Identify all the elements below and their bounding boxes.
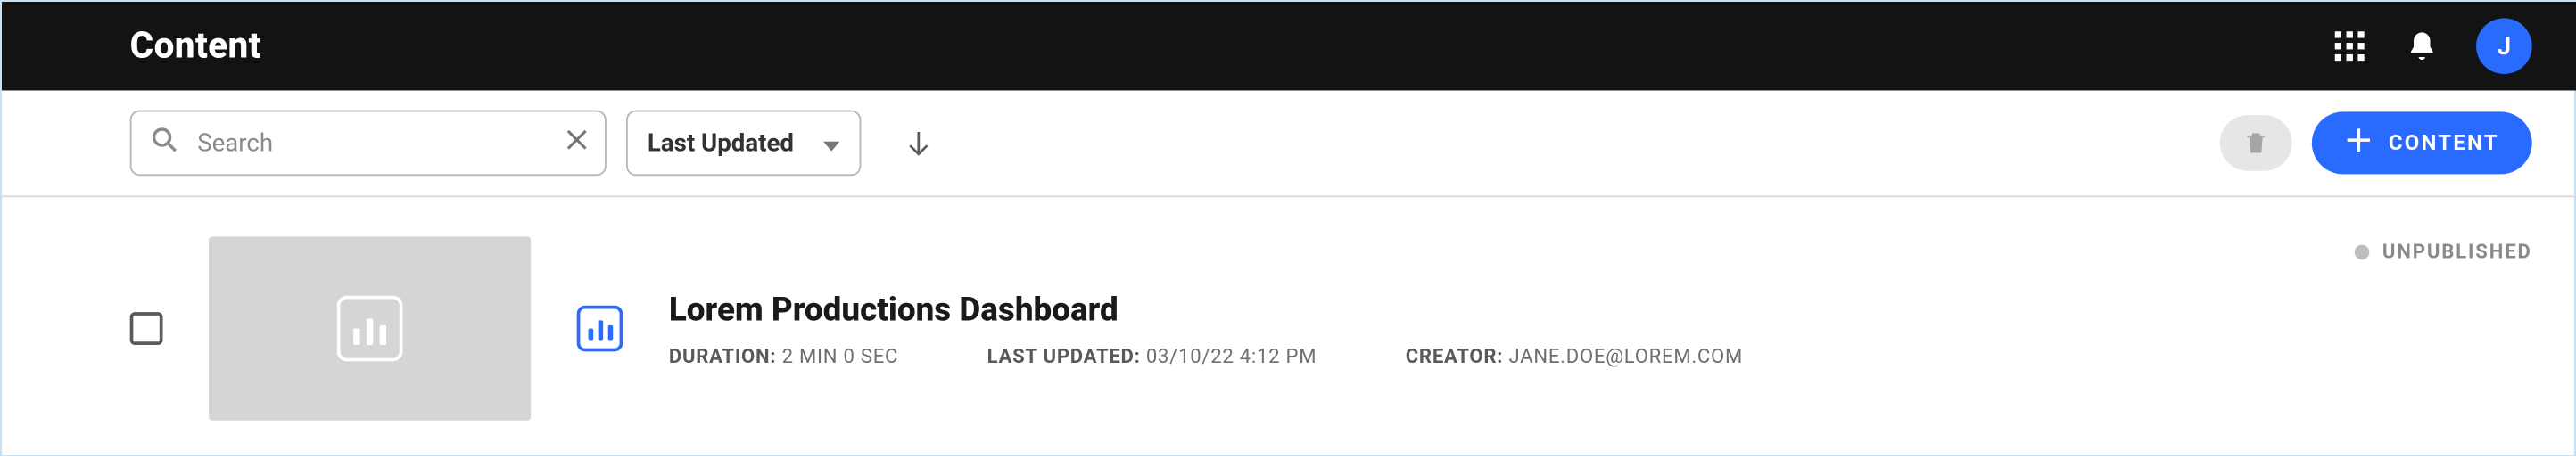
clear-icon[interactable] [564,127,590,160]
avatar[interactable]: J [2476,18,2532,74]
topbar-actions: J [2332,18,2532,74]
add-content-label: CONTENT [2389,131,2499,156]
meta-row: DURATION: 2 MIN 0 SEC LAST UPDATED: 03/1… [669,345,2308,368]
duration-label: DURATION: [669,345,776,368]
status-text: UNPUBLISHED [2382,240,2532,263]
sort-dropdown[interactable]: Last Updated [626,111,862,177]
meta-updated: LAST UPDATED: 03/10/22 4:12 PM [987,345,1317,368]
content-list: Lorem Productions Dashboard DURATION: 2 … [2,197,2576,460]
content-type-icon [577,306,623,352]
apps-icon[interactable] [2332,28,2368,64]
page-title: Content [130,26,2332,67]
list-item[interactable]: Lorem Productions Dashboard DURATION: 2 … [130,236,2532,420]
search-wrap [130,111,607,177]
caret-down-icon [823,128,839,158]
topbar: Content J [2,2,2576,90]
creator-value: JANE.DOE@LOREM.COM [1508,345,1743,368]
status-badge: UNPUBLISHED [2355,240,2532,263]
search-input[interactable] [130,111,607,177]
updated-value: 03/10/22 4:12 PM [1146,345,1317,368]
item-meta: Lorem Productions Dashboard DURATION: 2 … [669,289,2308,367]
meta-creator: CREATOR: JANE.DOE@LOREM.COM [1406,345,1743,368]
meta-duration: DURATION: 2 MIN 0 SEC [669,345,898,368]
toolbar: Last Updated ＋ CONTENT [2,90,2576,197]
status-dot-icon [2355,244,2370,259]
sort-dropdown-label: Last Updated [648,128,794,158]
delete-button [2219,115,2291,171]
item-title: Lorem Productions Dashboard [669,289,2308,328]
thumbnail [209,236,531,420]
row-checkbox[interactable] [130,312,163,345]
updated-label: LAST UPDATED: [987,345,1141,368]
duration-value: 2 MIN 0 SEC [782,345,899,368]
add-content-button[interactable]: ＋ CONTENT [2311,111,2532,174]
creator-label: CREATOR: [1406,345,1504,368]
sort-direction-button[interactable] [891,115,947,171]
dashboard-icon [337,296,403,362]
plus-icon: ＋ [2344,128,2375,158]
bell-icon[interactable] [2404,28,2440,64]
